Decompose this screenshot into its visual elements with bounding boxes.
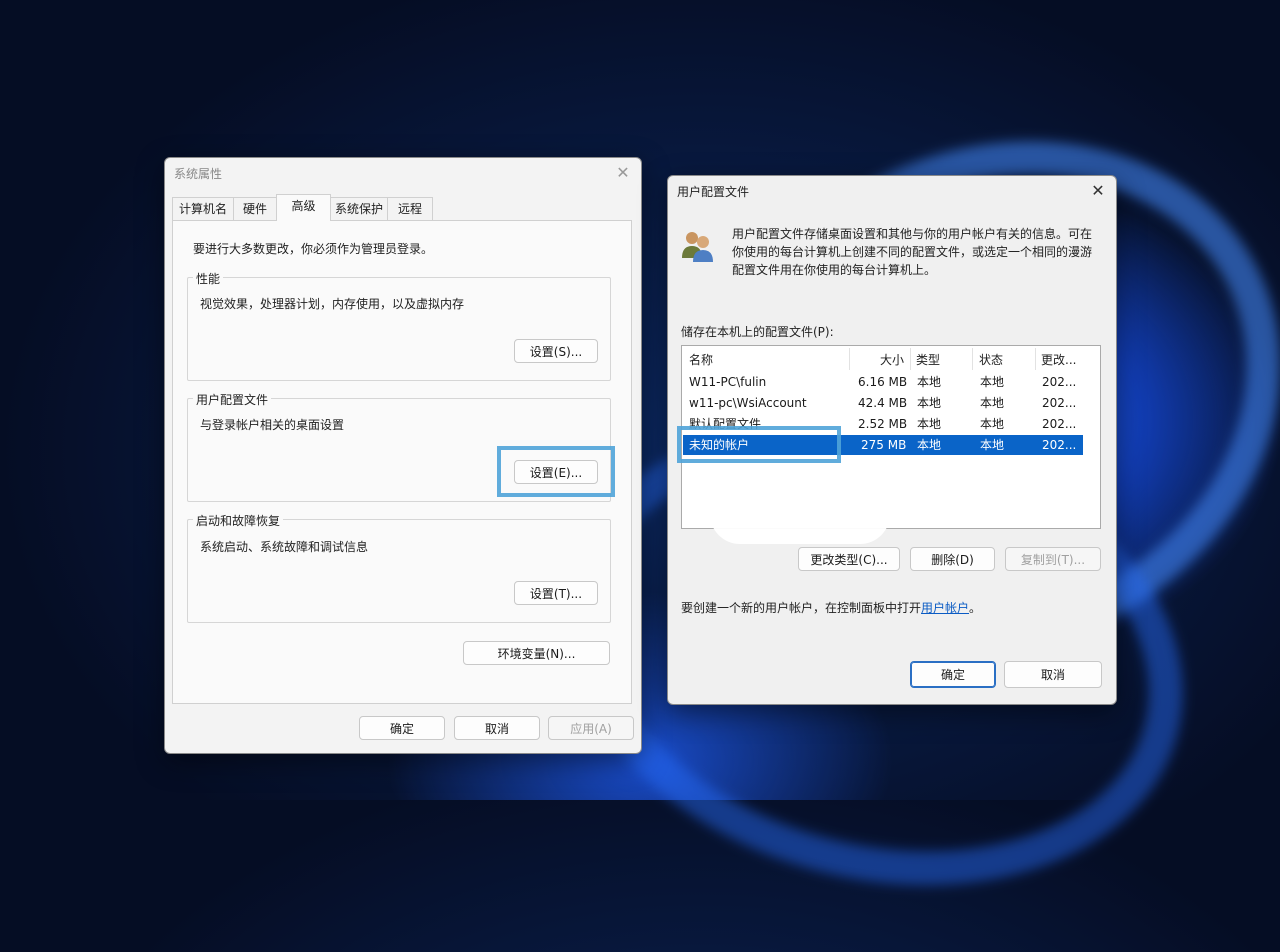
user-accounts-link[interactable]: 用户帐户 — [921, 601, 969, 615]
startup-recovery-group — [187, 519, 611, 623]
create-account-note: 要创建一个新的用户帐户，在控制面板中打开用户帐户。 — [681, 599, 981, 616]
apply-button[interactable]: 应用(A) — [548, 716, 634, 740]
change-type-button[interactable]: 更改类型(C)... — [798, 547, 900, 571]
column-header-status[interactable]: 状态 — [979, 350, 1003, 370]
cell-size: 42.4 MB — [858, 396, 908, 410]
startup-settings-button[interactable]: 设置(T)... — [514, 581, 598, 605]
description-line-2: 你使用的每台计算机上创建不同的配置文件，或选定一个相同的漫游 — [732, 245, 1093, 259]
window-title: 系统属性 — [174, 167, 223, 181]
unknown-account-highlight — [677, 426, 841, 463]
performance-group-title: 性能 — [193, 270, 224, 287]
dialog-cancel-button[interactable]: 取消 — [1004, 661, 1102, 688]
table-row[interactable]: W11-PC\fulin 6.16 MB 本地 本地 202... — [683, 372, 1083, 392]
cell-type: 本地 — [917, 375, 942, 389]
tab-system-protection[interactable]: 系统保护 — [330, 197, 388, 220]
cell-size: 2.52 MB — [858, 417, 908, 431]
tab-advanced[interactable]: 高级 — [276, 194, 331, 221]
user-profiles-settings-highlight — [497, 446, 615, 497]
cell-modified: 202... — [1042, 438, 1077, 452]
cell-status: 本地 — [980, 438, 1005, 452]
system-properties-titlebar[interactable]: 系统属性 ✕ — [165, 158, 641, 188]
user-profiles-titlebar[interactable]: 用户配置文件 ✕ — [668, 176, 1116, 206]
cell-name: W11-PC\fulin — [689, 375, 767, 389]
column-header-size[interactable]: 大小 — [880, 350, 904, 370]
dialog-ok-button[interactable]: 确定 — [910, 661, 996, 688]
close-icon[interactable]: ✕ — [1084, 179, 1112, 203]
delete-button[interactable]: 删除(D) — [910, 547, 995, 571]
profiles-list-label: 储存在本机上的配置文件(P): — [681, 325, 834, 339]
startup-recovery-desc: 系统启动、系统故障和调试信息 — [200, 540, 369, 554]
ok-button[interactable]: 确定 — [359, 716, 445, 740]
cell-type: 本地 — [917, 438, 942, 452]
startup-recovery-group-title: 启动和故障恢复 — [193, 512, 284, 529]
user-profiles-group-title: 用户配置文件 — [193, 391, 272, 408]
admin-note: 要进行大多数更改，你必须作为管理员登录。 — [193, 242, 434, 256]
column-header-modified[interactable]: 更改... — [1041, 350, 1076, 370]
column-separator — [910, 348, 911, 370]
cell-type: 本地 — [917, 417, 942, 431]
footer-end: 。 — [969, 601, 982, 615]
footer-text: 要创建一个新的用户帐户，在控制面板中打开 — [681, 601, 922, 615]
cell-size: 6.16 MB — [858, 375, 908, 389]
column-separator — [1035, 348, 1036, 370]
dialog-title: 用户配置文件 — [677, 185, 750, 199]
performance-settings-button[interactable]: 设置(S)... — [514, 339, 598, 363]
copy-to-button[interactable]: 复制到(T)... — [1005, 547, 1101, 571]
cell-modified: 202... — [1042, 417, 1077, 431]
tab-hardware[interactable]: 硬件 — [233, 197, 277, 220]
environment-variables-button[interactable]: 环境变量(N)... — [463, 641, 610, 665]
column-header-type[interactable]: 类型 — [916, 350, 940, 370]
cancel-button[interactable]: 取消 — [454, 716, 540, 740]
cell-status: 本地 — [980, 375, 1005, 389]
performance-group — [187, 277, 611, 381]
cell-modified: 202... — [1042, 396, 1077, 410]
tab-remote[interactable]: 远程 — [387, 197, 433, 220]
tab-computer-name[interactable]: 计算机名 — [172, 197, 234, 220]
cell-status: 本地 — [980, 417, 1005, 431]
column-separator — [849, 348, 850, 370]
cell-size: 275 MB — [861, 438, 907, 452]
user-profiles-desc: 与登录帐户相关的桌面设置 — [200, 418, 345, 432]
cell-type: 本地 — [917, 396, 942, 410]
cell-modified: 202... — [1042, 375, 1077, 389]
cell-status: 本地 — [980, 396, 1005, 410]
blur-overlay — [710, 484, 890, 544]
column-header-name[interactable]: 名称 — [689, 350, 713, 370]
column-separator — [972, 348, 973, 370]
cell-name: w11-pc\WsiAccount — [689, 396, 807, 410]
performance-desc: 视觉效果，处理器计划，内存使用，以及虚拟内存 — [200, 297, 465, 311]
description-line-3: 配置文件用在你使用的每台计算机上。 — [732, 263, 937, 277]
description-line-1: 用户配置文件存储桌面设置和其他与你的用户帐户有关的信息。可在 — [732, 227, 1093, 241]
table-row[interactable]: w11-pc\WsiAccount 42.4 MB 本地 本地 202... — [683, 393, 1083, 413]
close-icon[interactable]: ✕ — [609, 161, 637, 185]
users-icon — [680, 228, 716, 264]
